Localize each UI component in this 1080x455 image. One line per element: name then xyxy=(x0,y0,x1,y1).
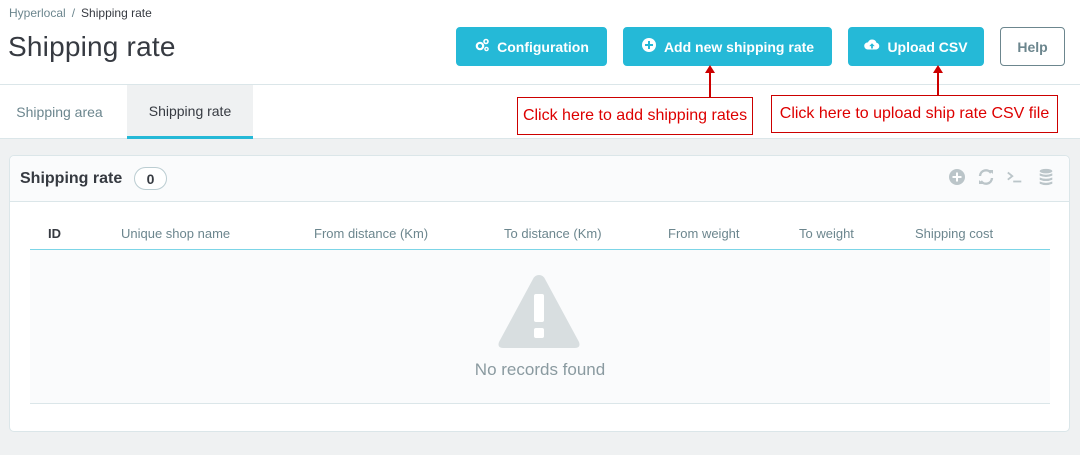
column-header-id[interactable]: ID xyxy=(48,226,61,241)
tab-shipping-rate[interactable]: Shipping rate xyxy=(127,85,253,139)
column-header-shop-name[interactable]: Unique shop name xyxy=(121,226,230,241)
panel-title: Shipping rate xyxy=(20,170,123,187)
annotation-add-note: Click here to add shipping rates xyxy=(517,97,753,135)
column-header-to-weight[interactable]: To weight xyxy=(799,226,854,241)
annotation-arrow-add xyxy=(705,65,715,97)
panel-header: Shipping rate 0 xyxy=(10,156,1069,202)
upload-csv-label: Upload CSV xyxy=(887,38,968,55)
add-circle-icon[interactable] xyxy=(948,168,966,191)
record-count-badge: 0 xyxy=(134,167,167,190)
annotation-upload-note: Click here to upload ship rate CSV file xyxy=(771,95,1058,133)
configuration-label: Configuration xyxy=(497,38,589,55)
page-title: Shipping rate xyxy=(8,31,176,62)
plus-circle-icon xyxy=(641,37,657,56)
breadcrumb: Hyperlocal / Shipping rate xyxy=(9,6,152,20)
upload-csv-button[interactable]: Upload CSV xyxy=(848,27,984,66)
breadcrumb-current: Shipping rate xyxy=(81,6,152,20)
cloud-upload-icon xyxy=(864,37,880,56)
add-shipping-rate-label: Add new shipping rate xyxy=(663,38,815,55)
empty-state-text: No records found xyxy=(474,360,606,379)
column-header-from-distance[interactable]: From distance (Km) xyxy=(314,226,428,241)
page-header: Hyperlocal / Shipping rate Shipping rate C… xyxy=(0,0,1080,85)
help-button[interactable]: Help xyxy=(1000,27,1065,66)
tab-shipping-area[interactable]: Shipping area xyxy=(0,85,119,139)
breadcrumb-separator: / xyxy=(71,6,76,20)
column-header-from-weight[interactable]: From weight xyxy=(668,226,740,241)
add-shipping-rate-button[interactable]: Add new shipping rate xyxy=(623,27,832,66)
refresh-icon[interactable] xyxy=(977,168,995,191)
cogs-icon xyxy=(474,37,490,56)
column-header-shipping-cost[interactable]: Shipping cost xyxy=(915,226,993,241)
breadcrumb-link-hyperlocal[interactable]: Hyperlocal xyxy=(9,6,66,20)
annotation-arrow-upload xyxy=(933,65,943,95)
warning-icon xyxy=(496,272,582,355)
shipping-rate-panel: Shipping rate 0 ID Unique shop name From… xyxy=(9,155,1070,432)
terminal-icon[interactable] xyxy=(1006,168,1024,191)
configuration-button[interactable]: Configuration xyxy=(456,27,607,66)
database-icon[interactable] xyxy=(1037,168,1055,191)
help-label: Help xyxy=(1017,38,1048,55)
column-header-to-distance[interactable]: To distance (Km) xyxy=(504,226,602,241)
